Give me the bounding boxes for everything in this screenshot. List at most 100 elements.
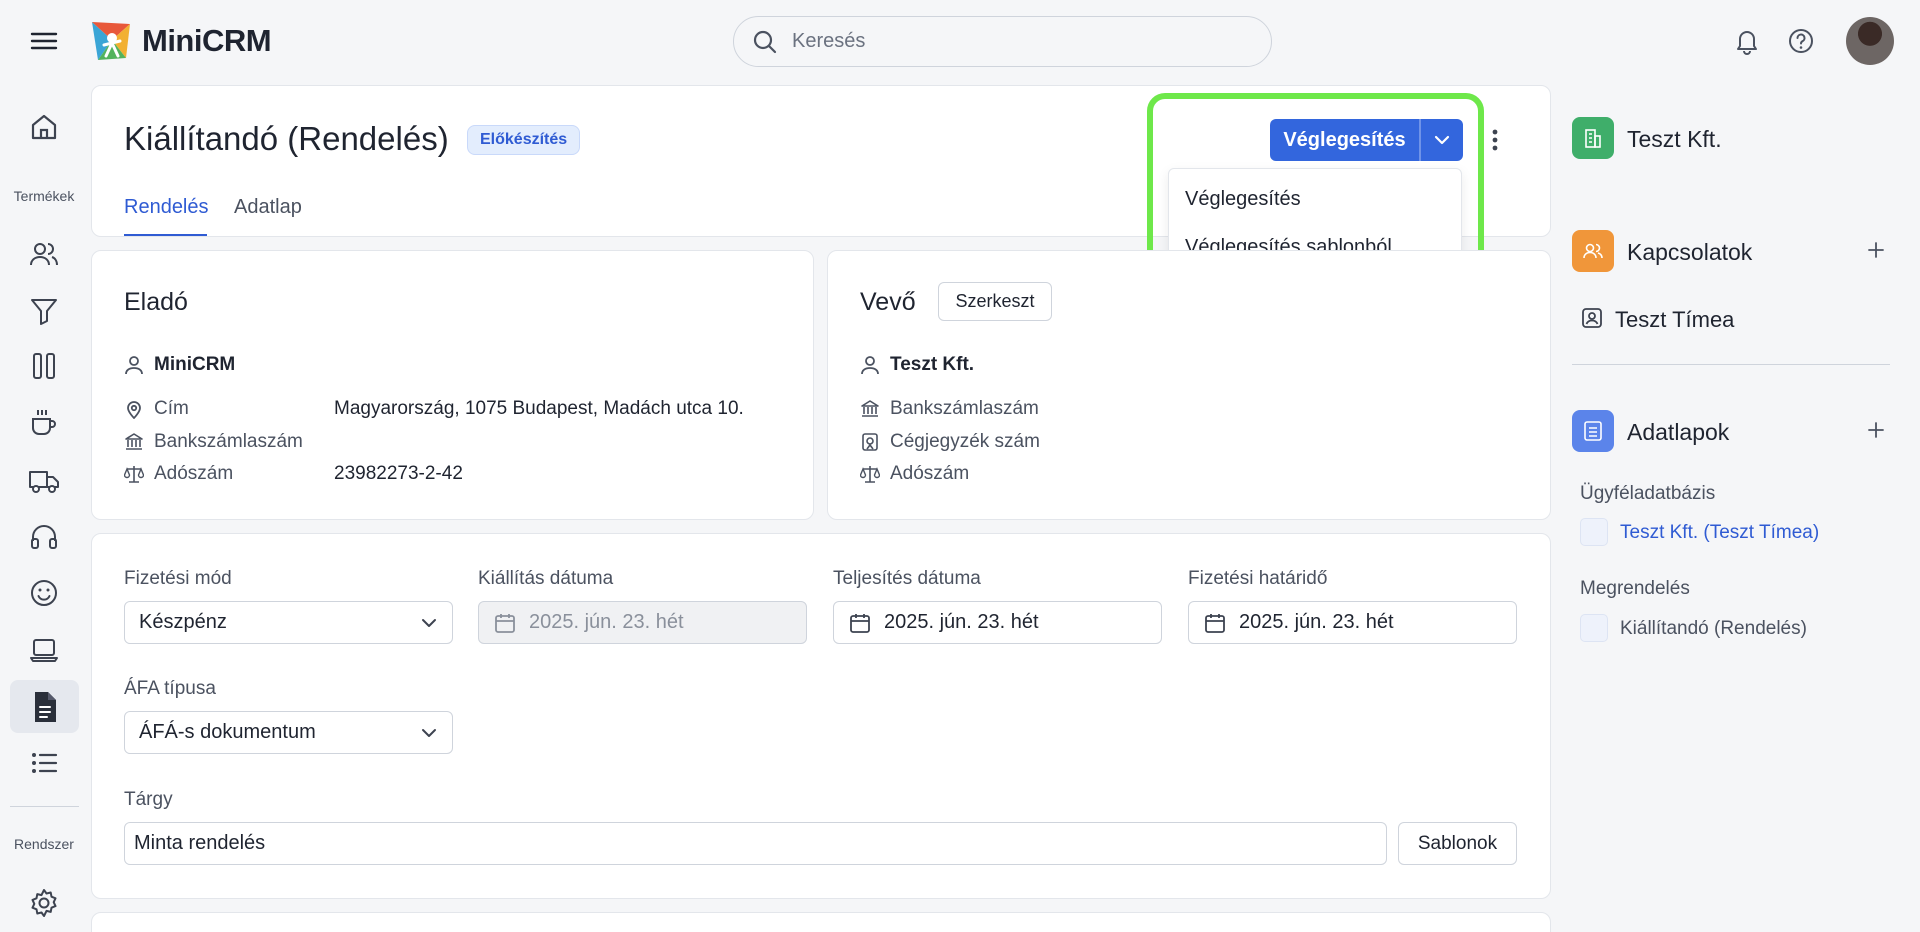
scale-icon [124, 466, 144, 483]
datasheet-group-customers: Ügyféladatbázis [1580, 483, 1716, 504]
contact-name[interactable]: Teszt Tímea [1615, 307, 1734, 333]
seller-tax-label: Adószám [154, 463, 234, 484]
buyer-edit-button[interactable]: Szerkeszt [938, 282, 1052, 321]
payment-deadline-value: 2025. jún. 23. hét [1239, 611, 1394, 633]
subject-value: Minta rendelés [134, 832, 266, 854]
fulfillment-date-value: 2025. jún. 23. hét [884, 611, 1039, 633]
right-panel-divider [1572, 364, 1890, 365]
issue-date-field: 2025. jún. 23. hét [478, 601, 807, 644]
sidebar-section-products: Termékek [13, 188, 75, 204]
datasheet-link-customer[interactable]: Teszt Kft. (Teszt Tímea) [1620, 522, 1819, 544]
funnel-icon[interactable] [18, 288, 70, 334]
certificate-icon [862, 433, 878, 451]
document-icon[interactable] [10, 680, 79, 733]
seller-name: MiniCRM [154, 354, 236, 375]
help-icon[interactable] [1783, 23, 1819, 59]
seller-heading: Eladó [124, 288, 188, 316]
seller-tax-row: Adószám [124, 463, 233, 485]
user-avatar[interactable] [1846, 17, 1894, 65]
next-section-card [91, 912, 1551, 932]
bank-icon [125, 433, 143, 450]
payment-method-value: Készpénz [139, 611, 227, 633]
smiley-icon[interactable] [18, 570, 70, 616]
payment-deadline-field[interactable]: 2025. jún. 23. hét [1188, 601, 1517, 644]
issue-date-label: Kiállítás dátuma [478, 568, 614, 589]
fulfillment-date-field[interactable]: 2025. jún. 23. hét [833, 601, 1162, 644]
buyer-heading: Vevő [860, 288, 916, 316]
seller-tax-value: 23982273-2-42 [334, 463, 463, 484]
top-bar: MiniCRM [0, 0, 1920, 82]
laptop-icon[interactable] [18, 627, 70, 673]
add-datasheet-icon[interactable] [1866, 420, 1886, 440]
app-logo[interactable]: MiniCRM [88, 18, 272, 64]
calendar-icon [495, 613, 515, 633]
seller-name-row: MiniCRM [124, 354, 235, 376]
tab-adatlap[interactable]: Adatlap [234, 196, 302, 219]
more-options-icon[interactable] [1482, 122, 1508, 158]
vat-type-value: ÁFÁ-s dokumentum [139, 721, 316, 743]
logo-icon [92, 22, 130, 60]
users-icon[interactable] [18, 231, 70, 277]
datasheet-item-icon [1580, 614, 1608, 642]
vat-type-label: ÁFA típusa [124, 678, 216, 699]
calendar-icon [850, 613, 870, 633]
tab-active-underline [124, 234, 207, 236]
contacts-title: Kapcsolatok [1627, 239, 1753, 265]
search-icon [753, 30, 777, 53]
sidebar-divider [10, 806, 79, 807]
buyer-bank-label: Bankszámlaszám [890, 398, 1039, 419]
tab-rendeles[interactable]: Rendelés [124, 196, 209, 219]
calendar-icon [1205, 613, 1225, 633]
issue-date-value: 2025. jún. 23. hét [529, 611, 684, 633]
subject-input[interactable]: Minta rendelés [124, 822, 1387, 865]
building-icon [1572, 117, 1614, 159]
chevron-down-icon [422, 618, 436, 627]
status-badge: Előkészítés [467, 125, 581, 155]
truck-icon[interactable] [18, 457, 70, 503]
seller-address-value: Magyarország, 1075 Budapest, Madách utca… [334, 398, 744, 419]
buyer-tax-row: Adószám [860, 463, 969, 485]
bank-icon [861, 400, 879, 417]
person-icon [125, 356, 143, 375]
add-contact-icon[interactable] [1866, 240, 1886, 260]
subject-label: Tárgy [124, 789, 173, 810]
gear-icon[interactable] [18, 880, 70, 926]
datasheet-group-orders: Megrendelés [1580, 578, 1690, 599]
list-icon[interactable] [18, 740, 70, 786]
contact-card-icon [1581, 307, 1603, 329]
buyer-registry-label: Cégjegyzék szám [890, 431, 1040, 452]
page-title: Kiállítandó (Rendelés) [124, 120, 449, 157]
seller-address-label: Cím [154, 398, 189, 419]
kanban-icon[interactable] [18, 343, 70, 389]
buyer-name-row: Teszt Kft. [860, 354, 974, 376]
app-name: MiniCRM [142, 23, 272, 58]
scale-icon [860, 466, 880, 483]
coffee-icon[interactable] [18, 400, 70, 446]
buyer-name: Teszt Kft. [890, 354, 975, 375]
templates-button[interactable]: Sablonok [1398, 822, 1517, 865]
datasheets-icon [1572, 410, 1614, 452]
company-name[interactable]: Teszt Kft. [1627, 126, 1722, 153]
buyer-tax-label: Adószám [890, 463, 970, 484]
fulfillment-date-label: Teljesítés dátuma [833, 568, 981, 589]
bell-icon[interactable] [1729, 23, 1765, 59]
buyer-registry-row: Cégjegyzék szám [860, 431, 1040, 453]
datasheet-link-order[interactable]: Kiállítandó (Rendelés) [1620, 618, 1807, 640]
menu-icon[interactable] [26, 26, 62, 56]
payment-method-label: Fizetési mód [124, 568, 232, 589]
buyer-bank-row: Bankszámlaszám [860, 398, 1039, 420]
vat-type-select[interactable]: ÁFÁ-s dokumentum [124, 711, 453, 754]
payment-method-select[interactable]: Készpénz [124, 601, 453, 644]
seller-bank-label: Bankszámlaszám [154, 431, 303, 452]
datasheet-item-icon [1580, 518, 1608, 546]
seller-bank-row: Bankszámlaszám [124, 431, 303, 453]
search-bar[interactable] [733, 16, 1272, 67]
search-input[interactable] [792, 30, 1232, 53]
sidebar-section-system: Rendszer [14, 836, 74, 852]
location-pin-icon [127, 401, 141, 419]
payment-deadline-label: Fizetési határidő [1188, 568, 1328, 589]
headphones-icon[interactable] [18, 514, 70, 560]
seller-address-row: Cím [124, 398, 189, 420]
chevron-down-icon [422, 728, 436, 737]
home-icon[interactable] [18, 104, 70, 150]
